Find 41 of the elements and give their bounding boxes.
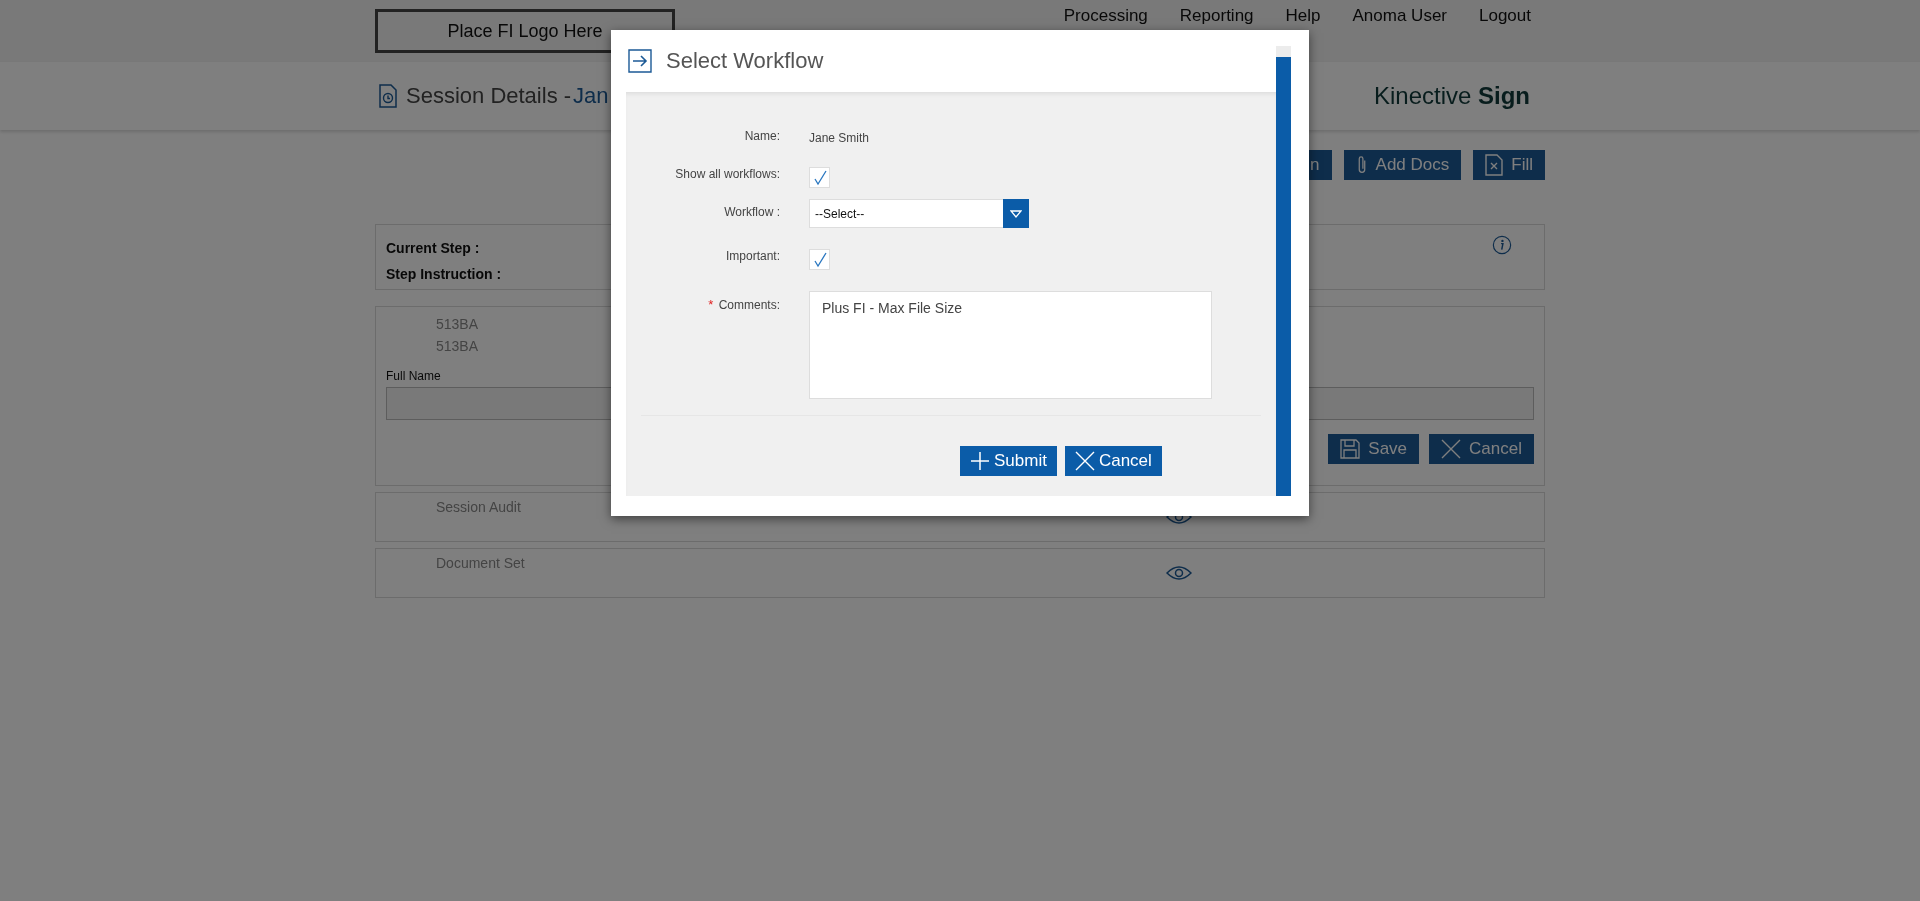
brand-logo: Kinective Sign xyxy=(1373,82,1531,110)
page-title: Session Details - xyxy=(406,83,572,109)
comments-field[interactable]: Plus FI - Max File Size xyxy=(809,291,1212,399)
close-icon xyxy=(1441,439,1462,459)
nav-link[interactable]: Reporting xyxy=(1179,6,1254,26)
document-x-icon xyxy=(1485,154,1504,176)
close-icon xyxy=(1074,451,1095,471)
caret-icon xyxy=(1010,209,1022,218)
workflow-dropdown[interactable]: --Select-- xyxy=(809,199,1029,228)
field-label: Name: xyxy=(744,129,780,143)
nav-link[interactable]: Help xyxy=(1285,6,1321,26)
action-button[interactable]: Add Docs xyxy=(1343,150,1462,180)
plus-icon xyxy=(970,451,990,471)
field-label: Workflow : xyxy=(724,205,780,219)
nav-link[interactable]: Logout xyxy=(1479,6,1531,26)
checkbox[interactable] xyxy=(809,167,830,188)
nav-link[interactable]: Anoma User xyxy=(1352,6,1447,26)
field-label: Comments: xyxy=(718,298,780,312)
action-button[interactable]: Fill xyxy=(1473,150,1545,180)
session-code: 513BA xyxy=(435,315,480,334)
info-icon[interactable] xyxy=(1492,235,1512,255)
save-icon xyxy=(1340,439,1361,459)
field-label: Important: xyxy=(725,249,780,263)
dialog-button[interactable]: Submit xyxy=(960,446,1057,476)
field-label: Show all workflows: xyxy=(675,167,780,181)
required-asterisk: * xyxy=(708,297,714,312)
step-label: Current Step : xyxy=(386,239,481,258)
form-button[interactable]: Cancel xyxy=(1429,434,1534,464)
section-title: Session Audit xyxy=(436,499,521,515)
checkbox[interactable] xyxy=(809,249,830,270)
session-name: Jan xyxy=(573,83,609,109)
history-document-icon xyxy=(378,84,398,108)
session-code: 513BA xyxy=(435,337,480,356)
scrollbar[interactable] xyxy=(1276,46,1291,496)
section-title: Document Set xyxy=(436,555,525,571)
form-button[interactable]: Save xyxy=(1328,434,1420,464)
name-value: Jane Smith xyxy=(809,131,870,145)
dialog-button[interactable]: Cancel xyxy=(1064,446,1162,476)
field-label: Full Name xyxy=(386,369,442,383)
step-label: Step Instruction : xyxy=(386,265,502,284)
nav-link[interactable]: Processing xyxy=(1063,6,1148,26)
